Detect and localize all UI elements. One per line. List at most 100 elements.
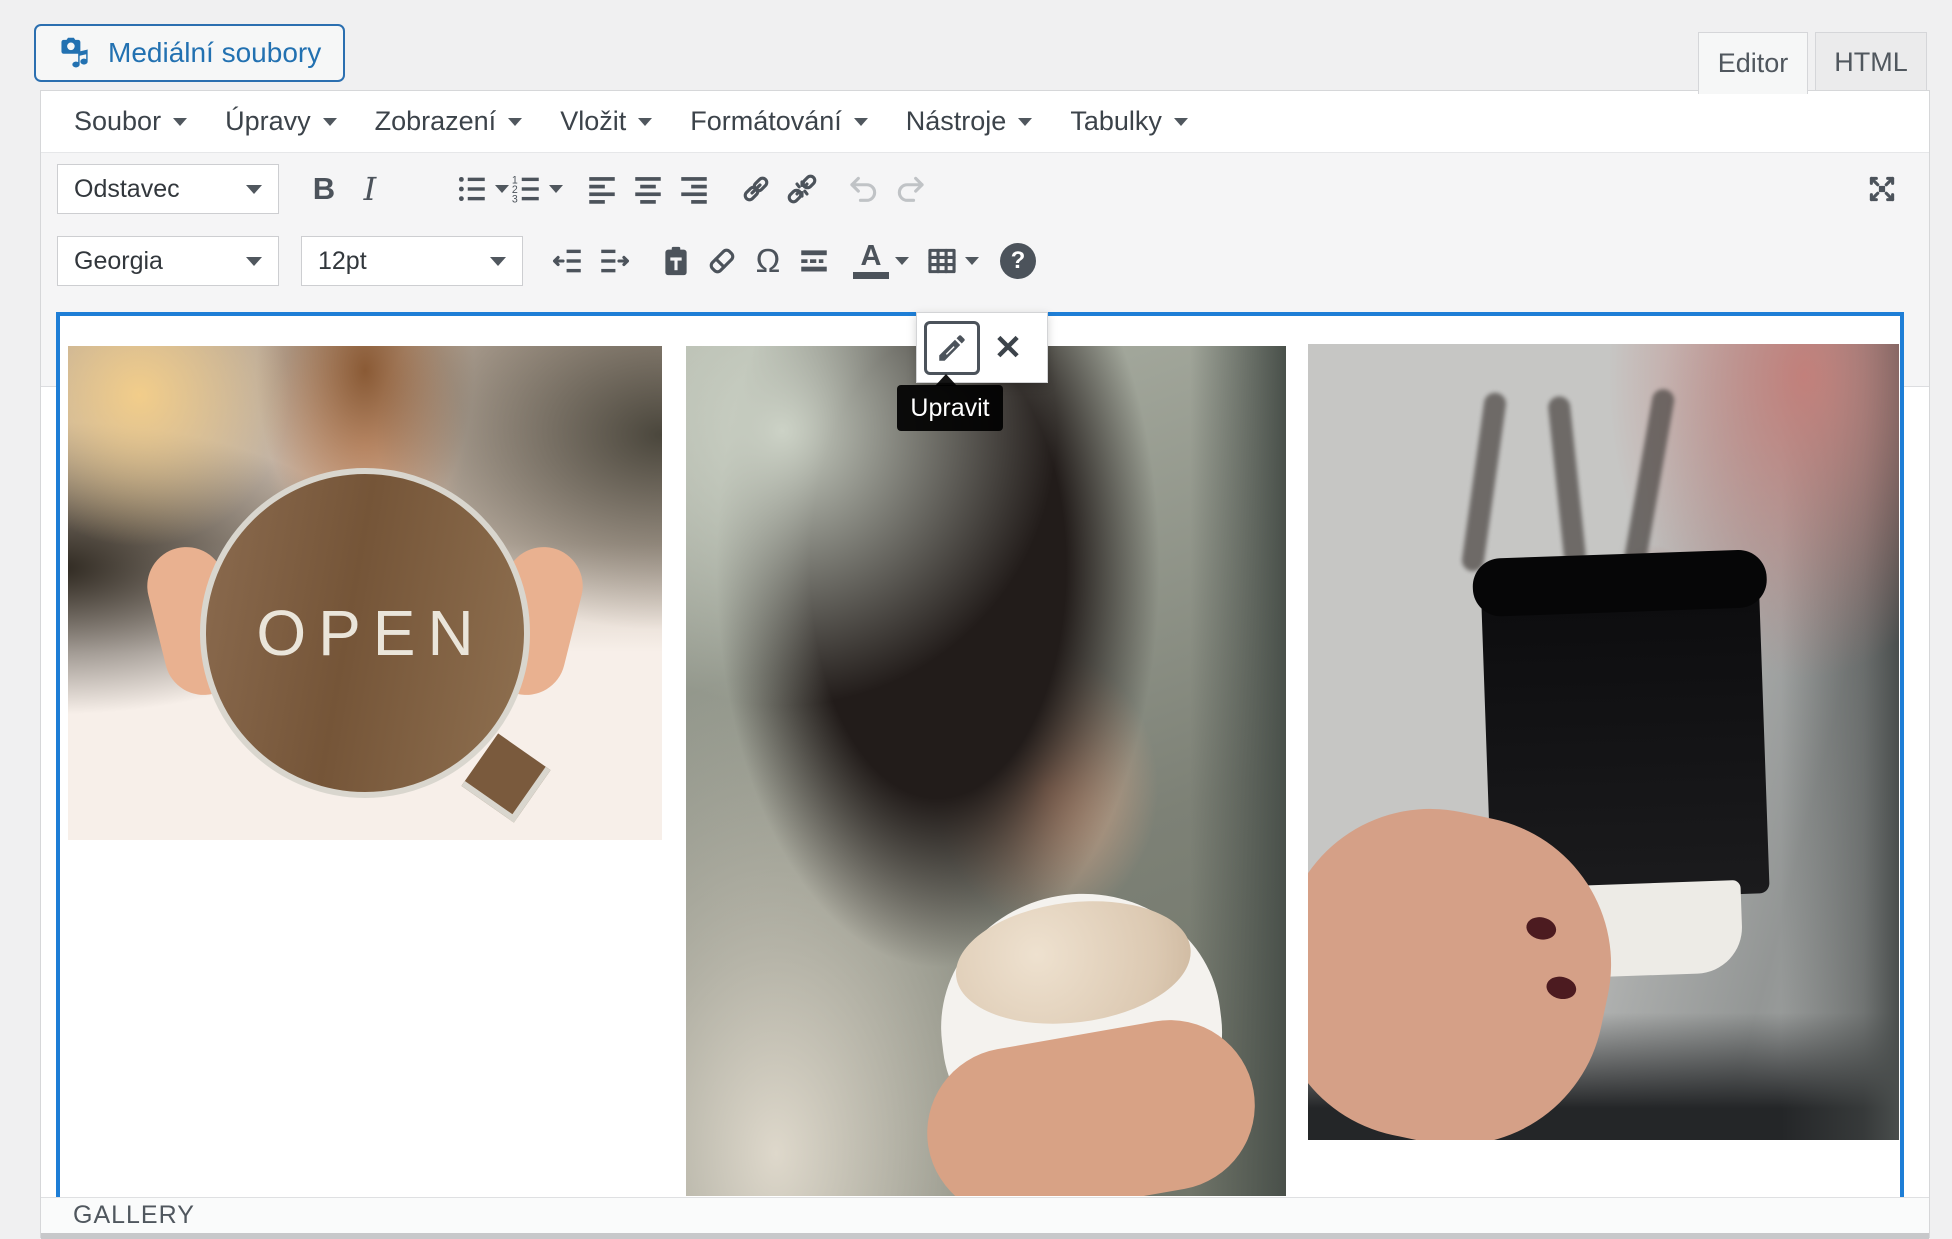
- redo-button[interactable]: [887, 164, 933, 214]
- gallery-image-coffee-drinker[interactable]: [686, 346, 1286, 1196]
- toolbar-separator: [563, 189, 579, 190]
- toolbar-row-2: Georgia 12pt: [41, 225, 1929, 297]
- help-icon: ?: [1000, 243, 1036, 279]
- menu-tools[interactable]: Nástroje: [887, 106, 1052, 137]
- classic-editor: Soubor Úpravy Zobrazení Vložit Formátová…: [40, 90, 1930, 1238]
- open-sign-tail: [461, 733, 550, 822]
- menu-format[interactable]: Formátování: [671, 106, 887, 137]
- menubar: Soubor Úpravy Zobrazení Vložit Formátová…: [41, 91, 1929, 153]
- table-button[interactable]: [925, 236, 979, 286]
- add-media-label: Mediální soubory: [108, 37, 321, 69]
- read-more-button[interactable]: [791, 236, 837, 286]
- chevron-down-icon: [173, 118, 187, 126]
- toolbar-separator: [825, 189, 841, 190]
- element-path-label[interactable]: GALLERY: [73, 1201, 195, 1230]
- indent-button[interactable]: [591, 236, 637, 286]
- text-color-icon: A: [853, 243, 889, 279]
- undo-icon: [847, 172, 881, 206]
- italic-button[interactable]: I: [347, 164, 393, 214]
- redo-icon: [893, 172, 927, 206]
- menu-file[interactable]: Soubor: [55, 106, 206, 137]
- undo-button[interactable]: [841, 164, 887, 214]
- special-char-button[interactable]: Ω: [745, 236, 791, 286]
- statusbar: GALLERY: [41, 1197, 1929, 1233]
- toolbar-separator: [909, 261, 925, 262]
- close-icon: ✕: [994, 328, 1023, 368]
- menu-view-label: Zobrazení: [375, 106, 497, 137]
- font-family-select[interactable]: Georgia: [57, 236, 279, 286]
- bullet-list-button[interactable]: [455, 164, 509, 214]
- open-sign-circle: OPEN: [200, 468, 530, 798]
- toolbar-row-1: Odstavec B I “: [41, 153, 1929, 225]
- table-icon: [925, 244, 959, 278]
- numbered-list-icon: 1 2 3: [509, 172, 543, 206]
- tab-html-label: HTML: [1834, 47, 1908, 78]
- fog-streak: [1547, 395, 1587, 566]
- edit-gallery-button[interactable]: [924, 321, 980, 375]
- align-right-icon: [677, 172, 711, 206]
- font-size-select[interactable]: 12pt: [301, 236, 523, 286]
- outdent-button[interactable]: [545, 236, 591, 286]
- remove-gallery-button[interactable]: ✕: [980, 321, 1036, 375]
- chevron-down-icon: [246, 185, 262, 194]
- add-media-button[interactable]: Mediální soubory: [34, 24, 345, 82]
- link-icon: [739, 172, 773, 206]
- text-color-button[interactable]: A: [853, 236, 909, 286]
- chevron-down-icon: [854, 118, 868, 126]
- menu-tables-label: Tabulky: [1070, 106, 1162, 137]
- unlink-button[interactable]: [779, 164, 825, 214]
- blockquote-button[interactable]: “: [393, 164, 439, 214]
- chevron-down-icon: [495, 185, 509, 193]
- omega-icon: Ω: [756, 242, 781, 280]
- tab-html[interactable]: HTML: [1815, 32, 1927, 92]
- align-right-button[interactable]: [671, 164, 717, 214]
- numbered-list-button[interactable]: 1 2 3: [509, 164, 563, 214]
- gallery-image-open-sign[interactable]: OPEN: [68, 346, 662, 840]
- align-left-button[interactable]: [579, 164, 625, 214]
- link-button[interactable]: [733, 164, 779, 214]
- menu-file-label: Soubor: [74, 106, 161, 137]
- chevron-down-icon: [1018, 118, 1032, 126]
- edit-tooltip: Upravit: [897, 385, 1003, 431]
- chevron-down-icon: [490, 257, 506, 266]
- tab-editor[interactable]: Editor: [1698, 32, 1808, 94]
- bold-icon: B: [313, 171, 335, 207]
- remove-format-button[interactable]: [699, 236, 745, 286]
- fullscreen-icon: [1865, 172, 1899, 206]
- fog-streak: [1622, 387, 1676, 573]
- chevron-down-icon: [1174, 118, 1188, 126]
- gallery-wpview-selected[interactable]: OPEN: [56, 312, 1904, 1197]
- bold-button[interactable]: B: [301, 164, 347, 214]
- resize-handle[interactable]: [41, 1233, 1929, 1239]
- italic-icon: I: [364, 170, 377, 208]
- wpview-toolbar: ✕: [916, 312, 1048, 383]
- unlink-icon: [785, 172, 819, 206]
- paste-as-text-button[interactable]: [653, 236, 699, 286]
- tooltip-label: Upravit: [910, 394, 989, 423]
- blockquote-icon: “: [400, 172, 433, 206]
- nail-shape: [1544, 974, 1578, 1002]
- block-format-value: Odstavec: [74, 175, 180, 204]
- outdent-icon: [551, 244, 585, 278]
- indent-icon: [597, 244, 631, 278]
- toolbar-separator: [439, 189, 455, 190]
- fullscreen-button[interactable]: [1859, 164, 1905, 214]
- help-button[interactable]: ?: [995, 236, 1041, 286]
- chevron-down-icon: [638, 118, 652, 126]
- block-format-select[interactable]: Odstavec: [57, 164, 279, 214]
- cup-lid-shape: [1472, 549, 1768, 617]
- align-center-button[interactable]: [625, 164, 671, 214]
- menu-insert[interactable]: Vložit: [541, 106, 671, 137]
- toolbar-separator: [979, 261, 995, 262]
- menu-edit[interactable]: Úpravy: [206, 106, 356, 137]
- menu-view[interactable]: Zobrazení: [356, 106, 542, 137]
- fog-streak: [1461, 391, 1508, 572]
- gallery-image-cup-window[interactable]: [1308, 344, 1899, 1140]
- paste-text-icon: [659, 244, 693, 278]
- menu-tables[interactable]: Tabulky: [1051, 106, 1207, 137]
- open-sign-text: OPEN: [244, 596, 485, 670]
- menu-format-label: Formátování: [690, 106, 842, 137]
- menu-edit-label: Úpravy: [225, 106, 311, 137]
- align-left-icon: [585, 172, 619, 206]
- tab-editor-label: Editor: [1718, 48, 1789, 79]
